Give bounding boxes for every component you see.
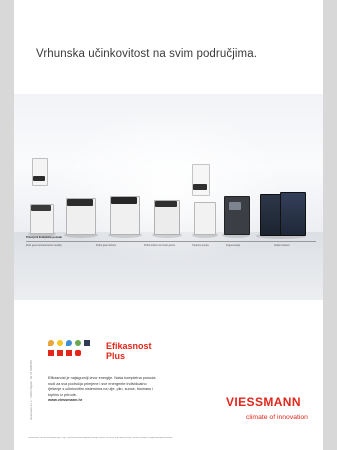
brochure-page: Vrhunska učinkovitost na svim područjima… (14, 0, 323, 450)
house-icon (48, 350, 54, 356)
body-paragraph: Efikasnost je najsigurniji izvor energij… (48, 376, 156, 397)
strip-item: Toplotne pumpe (192, 244, 210, 247)
cogeneration-display (229, 202, 241, 210)
logo-tagline: climate of innovation (246, 414, 308, 421)
product-photo: Principi & kompletne ponude Zidni gasni … (14, 94, 323, 300)
solar-panel-2 (280, 192, 306, 236)
photo-light (54, 106, 284, 266)
strip-item: Solarni sistemi (274, 244, 290, 247)
side-contact-text: Viessmann d.o.o. · 10000 Zagreb · Tel. 0… (30, 360, 33, 420)
leaf-icon (75, 340, 81, 346)
floor-boiler-3-panel (111, 197, 137, 204)
wall-boiler-right (192, 164, 210, 196)
flame-icon (48, 340, 54, 346)
body-copy: Efikasnost je najsigurniji izvor energij… (48, 376, 158, 404)
floor-boiler-2-panel (67, 199, 93, 206)
grid-icon (84, 340, 90, 346)
car-icon (75, 350, 81, 356)
strip-item: Podni kotlovi na čvrsto gorivo (144, 244, 176, 247)
wall-boiler-left-panel (33, 176, 45, 181)
strip-item: Zidni gasni kondenzacioni uređaji (26, 244, 62, 247)
drop-icon (66, 340, 72, 346)
floor-boiler-1-panel (31, 205, 51, 211)
strip-item: Podni gasni kotlovi (96, 244, 116, 247)
heat-pump (194, 202, 216, 235)
footer-text: Viessmann Group kompetencije: Uljni i pl… (28, 437, 174, 439)
building-icon (66, 350, 72, 356)
strip-divider (26, 241, 316, 242)
floor-boiler-4-panel (155, 201, 177, 207)
strip-item: Kogeneracija (226, 244, 240, 247)
logo-wordmark: VIESSMANN (226, 395, 301, 409)
efficiency-subtitle: Plus (106, 351, 126, 361)
sun-icon (57, 340, 63, 346)
energy-icons (48, 340, 98, 362)
website-link[interactable]: www.viessmann.hr (48, 398, 82, 402)
strip-title: Principi & kompletne ponude (26, 236, 62, 239)
factory-icon (57, 350, 63, 356)
viessmann-logo: VIESSMANN climate of innovation (226, 395, 316, 429)
efficiency-title: Efikasnost (106, 341, 152, 351)
wall-boiler-right-panel (193, 184, 207, 190)
wall-boiler-left (32, 158, 48, 186)
page-headline: Vrhunska učinkovitost na svim područjima… (36, 48, 257, 60)
